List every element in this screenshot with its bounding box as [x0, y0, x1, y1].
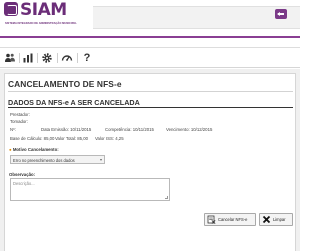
- clear-button[interactable]: Limpar: [259, 213, 293, 226]
- help-question-icon[interactable]: ?: [81, 52, 93, 64]
- chart-bars-icon[interactable]: [22, 52, 34, 64]
- motivo-label-text: Motivo Cancelamento:: [12, 147, 59, 152]
- clear-label: Limpar: [273, 217, 286, 222]
- gear-icon[interactable]: [41, 52, 53, 64]
- users-group-icon[interactable]: [4, 52, 16, 64]
- page-title: CANCELAMENTO DE NFS-e: [8, 79, 122, 89]
- vencimento-value: Vencimento: 10/12/2015: [166, 127, 213, 132]
- logo-subtitle: SISTEMA INTEGRADO DE ADMINISTRAÇÃO MUNIC…: [5, 22, 77, 25]
- document-cancel-icon: [207, 215, 216, 224]
- motivo-selected-value: Erro no preenchimento dos dados: [13, 157, 75, 163]
- close-x-icon: [262, 215, 271, 224]
- observacao-textarea[interactable]: Descrição...: [10, 178, 170, 201]
- resize-grip-icon[interactable]: [165, 196, 168, 199]
- valor-total-value: Valor Total: 85,00: [55, 136, 89, 141]
- toolbar-separator: [77, 53, 78, 63]
- content-card: CANCELAMENTO DE NFS-e DADOS DA NFS-e A S…: [4, 73, 296, 251]
- header-panel: [93, 6, 300, 29]
- numero-label: Nº:: [10, 127, 16, 132]
- base-calculo-value: Base de Cálculo: 85,00: [10, 136, 55, 141]
- brand-accent-bar: [0, 36, 300, 38]
- cancel-nfse-button[interactable]: Cancelar NFS-e: [204, 213, 256, 226]
- app-header: SIAM SISTEMA INTEGRADO DE ADMINISTRAÇÃO …: [0, 0, 300, 35]
- valor-iss-value: Valor ISS: 4,25: [95, 136, 124, 141]
- section-title: DADOS DA NFS-e A SER CANCELADA: [8, 98, 140, 107]
- motivo-select[interactable]: Erro no preenchimento dos dados: [10, 155, 105, 164]
- motivo-label: ● Motivo Cancelamento:: [9, 147, 59, 152]
- siam-logo-icon: [4, 2, 18, 16]
- logo-text: SIAM: [20, 0, 67, 20]
- toolbar-separator: [37, 53, 38, 63]
- cancel-nfse-label: Cancelar NFS-e: [218, 217, 248, 222]
- toolbar-separator: [19, 53, 20, 63]
- required-marker: ●: [9, 147, 12, 152]
- header-divider: [0, 36, 300, 48]
- prestador-label: Prestador:: [10, 112, 30, 117]
- section-divider: [8, 107, 293, 108]
- exit-arrow-icon[interactable]: [275, 9, 287, 19]
- tomador-label: Tomador:: [10, 119, 28, 124]
- observacao-label: Observação:: [9, 172, 36, 177]
- main-toolbar: ?: [0, 49, 300, 68]
- speedometer-icon[interactable]: [61, 52, 73, 64]
- siam-logo: SIAM SISTEMA INTEGRADO DE ADMINISTRAÇÃO …: [0, 0, 92, 35]
- toolbar-separator: [57, 53, 58, 63]
- page-area: CANCELAMENTO DE NFS-e DADOS DA NFS-e A S…: [0, 69, 300, 251]
- data-emissao-value: Data Emissão: 10/11/2015: [41, 127, 92, 132]
- competencia-value: Competência: 10/11/2015: [105, 127, 154, 132]
- chevron-down-icon: [100, 159, 102, 161]
- title-divider: [8, 91, 293, 92]
- observacao-placeholder: Descrição...: [13, 181, 35, 186]
